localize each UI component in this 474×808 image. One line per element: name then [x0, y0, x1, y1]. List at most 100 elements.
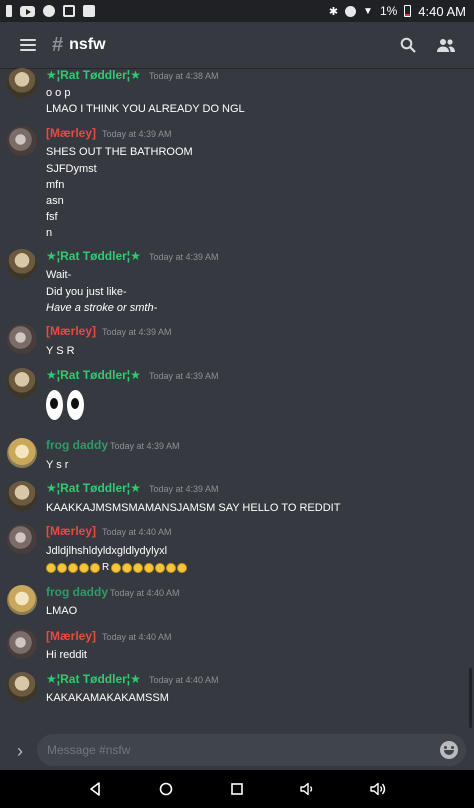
notification-icons — [6, 5, 95, 17]
message-text: Did you just like- — [46, 286, 127, 298]
avatar[interactable] — [7, 249, 37, 279]
author-name[interactable]: [Mærley] — [46, 126, 96, 140]
timestamp: Today at 4:39 AM — [149, 484, 219, 494]
notification-icon — [6, 5, 12, 17]
message-text: KAKAKAMAKAKAMSSM — [46, 692, 169, 704]
message-text: LMAO — [46, 605, 78, 617]
tired-face-emoji — [79, 562, 89, 573]
author-name[interactable]: frog daddy — [46, 585, 108, 599]
eye-icon — [67, 390, 84, 420]
tired-face-emoji — [133, 562, 144, 573]
message-text: SJFDymst — [46, 163, 97, 175]
timestamp: Today at 4:40 AM — [110, 588, 180, 598]
tired-face-emoji — [111, 562, 122, 573]
message-input[interactable] — [37, 734, 466, 766]
message-composer: › — [0, 732, 474, 770]
reddit-icon — [43, 5, 55, 17]
android-nav-bar — [0, 770, 474, 808]
message-text: n — [46, 227, 53, 239]
status-bar: ✱ ▼ 1% 4:40 AM — [0, 0, 474, 22]
author-name[interactable]: [Mærley] — [46, 629, 96, 643]
avatar[interactable] — [7, 126, 37, 156]
eye-icon — [46, 390, 63, 420]
author-name[interactable]: frog daddy — [46, 438, 108, 452]
tired-face-emoji — [122, 562, 133, 573]
avatar[interactable] — [7, 672, 37, 702]
tired-face-emoji — [46, 562, 56, 573]
chevron-right-icon[interactable]: › — [10, 741, 30, 761]
volume-down-icon[interactable] — [296, 777, 320, 801]
wifi-icon: ▼ — [363, 5, 373, 17]
message-text: Hi reddit — [46, 649, 87, 661]
timestamp: Today at 4:39 AM — [102, 327, 172, 337]
timestamp: Today at 4:39 AM — [102, 129, 172, 139]
tired-face-emoji — [57, 562, 67, 573]
avatar[interactable] — [7, 524, 37, 554]
emoji-letter: R — [102, 562, 110, 573]
search-icon[interactable] — [394, 31, 422, 59]
message-text: mfn — [46, 179, 65, 191]
youtube-icon — [20, 5, 35, 17]
message-text: LMAO I THINK YOU ALREADY DO NGL — [46, 103, 245, 115]
message-text: Y S R — [46, 345, 75, 357]
system-icons: ✱ ▼ 1% 4:40 AM — [329, 4, 466, 19]
tired-face-emoji — [155, 562, 166, 573]
eyes-emoji — [46, 390, 84, 420]
message-text: Have a stroke or smth- — [46, 302, 158, 314]
author-name[interactable]: [Mærley] — [46, 324, 96, 338]
message-text: KAAKKAJMSMSMAMANSJAMSM SAY HELLO TO REDD… — [46, 502, 341, 514]
author-name[interactable]: ★¦Rat Tøddler¦★ — [46, 672, 141, 686]
members-icon[interactable] — [432, 31, 460, 59]
channel-header: # nsfw — [0, 22, 474, 68]
message-text: o o p — [46, 87, 71, 99]
timestamp: Today at 4:39 AM — [110, 441, 180, 451]
clock: 4:40 AM — [418, 3, 466, 19]
tired-face-emoji — [68, 562, 78, 573]
gallery-icon — [83, 5, 95, 17]
tired-face-emoji — [166, 562, 177, 573]
avatar[interactable] — [7, 368, 37, 398]
message-text: asn — [46, 195, 64, 207]
avatar[interactable] — [7, 438, 37, 468]
battery-icon — [404, 5, 412, 17]
timestamp: Today at 4:39 AM — [149, 371, 219, 381]
avatar[interactable] — [7, 324, 37, 354]
author-name[interactable]: ★¦Rat Tøddler¦★ — [46, 368, 141, 382]
message-text: fsf — [46, 211, 58, 223]
author-name[interactable]: ★¦Rat Tøddler¦★ — [46, 68, 141, 82]
do-not-disturb-icon — [345, 5, 357, 17]
emoji-icon[interactable] — [440, 741, 458, 759]
message-text: Wait- — [46, 269, 72, 281]
message-text: Jdldjlhshldyldxgldlydylyxl — [46, 545, 168, 557]
scrollbar[interactable] — [469, 668, 472, 728]
bluetooth-icon: ✱ — [328, 5, 339, 18]
volume-up-icon[interactable] — [367, 777, 391, 801]
emoji-row: R — [46, 562, 188, 573]
author-name[interactable]: ★¦Rat Tøddler¦★ — [46, 249, 141, 263]
timestamp: Today at 4:40 AM — [102, 632, 172, 642]
recents-icon[interactable] — [225, 777, 249, 801]
timestamp: Today at 4:39 AM — [149, 252, 219, 262]
timestamp: Today at 4:38 AM — [149, 71, 219, 81]
tired-face-emoji — [144, 562, 155, 573]
home-icon[interactable] — [154, 777, 178, 801]
message-text: SHES OUT THE BATHROOM — [46, 146, 193, 158]
avatar[interactable] — [7, 481, 37, 511]
author-name[interactable]: ★¦Rat Tøddler¦★ — [46, 481, 141, 495]
channel-hash-icon: # — [52, 33, 64, 56]
tired-face-emoji — [177, 562, 188, 573]
author-name[interactable]: [Mærley] — [46, 524, 96, 538]
back-icon[interactable] — [83, 777, 107, 801]
timestamp: Today at 4:40 AM — [102, 527, 172, 537]
battery-percent: 1% — [379, 4, 398, 18]
pinterest-icon — [63, 5, 75, 17]
avatar[interactable] — [7, 68, 37, 98]
avatar[interactable] — [7, 585, 37, 615]
message-list[interactable]: ★¦Rat Tøddler¦★ Today at 4:38 AM o o p L… — [0, 68, 474, 732]
avatar[interactable] — [7, 629, 37, 659]
tired-face-emoji — [90, 562, 100, 573]
hamburger-icon[interactable] — [20, 39, 36, 51]
channel-name: nsfw — [69, 36, 106, 53]
message-text: Y s r — [46, 459, 69, 471]
timestamp: Today at 4:40 AM — [149, 675, 219, 685]
